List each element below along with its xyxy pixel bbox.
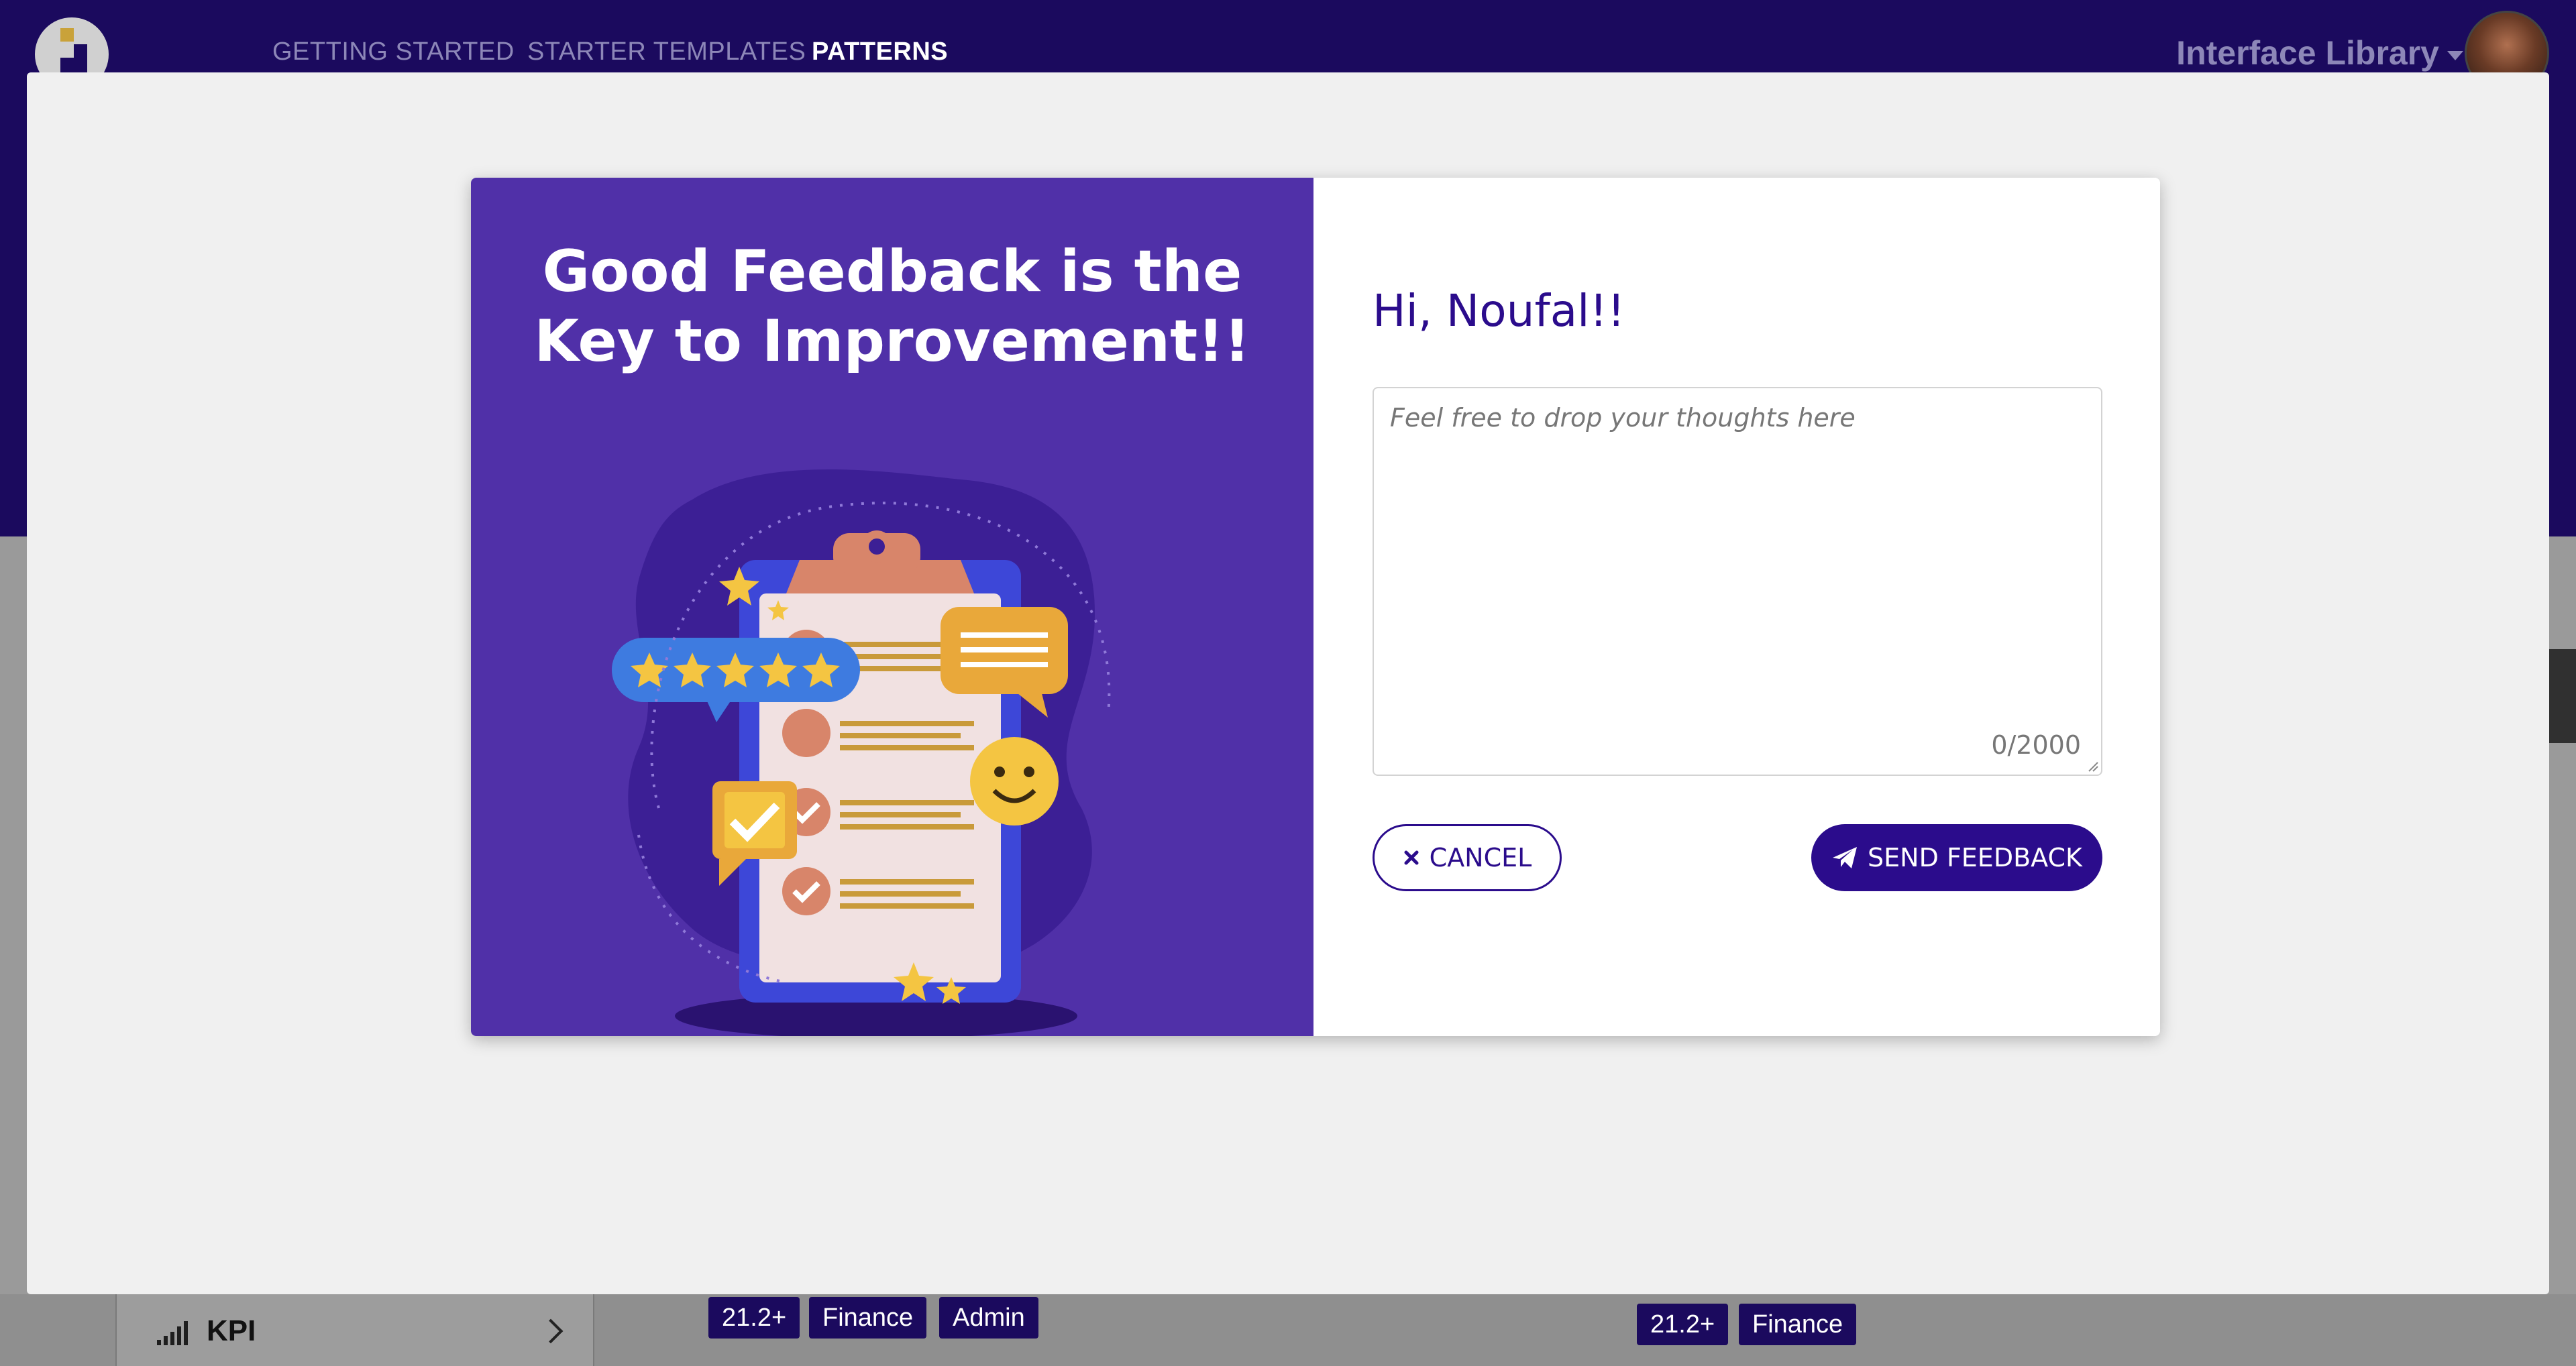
chevron-right-icon[interactable] bbox=[538, 1318, 564, 1344]
send-feedback-label: SEND FEEDBACK bbox=[1868, 843, 2082, 872]
signal-bars-icon bbox=[157, 1321, 189, 1345]
category-tag: Finance bbox=[809, 1297, 927, 1339]
close-icon bbox=[1404, 850, 1419, 865]
version-tag: 21.2+ bbox=[1637, 1304, 1729, 1345]
feedback-hero-panel: Good Feedback is the Key to Improvement!… bbox=[471, 178, 1313, 1036]
feedback-textarea[interactable] bbox=[1374, 388, 2101, 775]
feedback-modal: Good Feedback is the Key to Improvement!… bbox=[471, 178, 2160, 1036]
chevron-down-icon[interactable] bbox=[2447, 51, 2463, 60]
scrollbar-thumb[interactable] bbox=[2549, 649, 2576, 743]
version-tag: 21.2+ bbox=[708, 1297, 800, 1339]
library-selector[interactable]: Interface Library bbox=[2176, 34, 2439, 72]
resize-handle-icon[interactable] bbox=[2086, 760, 2098, 772]
nav-starter-templates[interactable]: STARTER TEMPLATES bbox=[527, 38, 806, 66]
cancel-label: CANCEL bbox=[1429, 843, 1532, 872]
category-tag: Finance bbox=[1739, 1304, 1857, 1345]
paper-plane-icon bbox=[1833, 847, 1858, 868]
kpi-item[interactable]: KPI bbox=[115, 1294, 594, 1366]
nav-getting-started[interactable]: GETTING STARTED bbox=[272, 38, 515, 66]
nav-patterns[interactable]: PATTERNS bbox=[812, 38, 948, 66]
send-feedback-button[interactable]: SEND FEEDBACK bbox=[1811, 824, 2102, 891]
cancel-button[interactable]: CANCEL bbox=[1373, 824, 1562, 891]
character-counter: 0/2000 bbox=[1991, 730, 2081, 760]
feedback-field[interactable]: 0/2000 bbox=[1373, 387, 2102, 776]
feedback-hero-title: Good Feedback is the Key to Improvement!… bbox=[534, 238, 1250, 375]
modal-overlay[interactable]: Good Feedback is the Key to Improvement!… bbox=[27, 72, 2549, 1294]
feedback-form-panel: Hi, Noufal!! 0/2000 CANCEL SEND FEEDBACK bbox=[1313, 178, 2160, 1036]
feedback-clipboard-illustration bbox=[612, 469, 1111, 1036]
kpi-label: KPI bbox=[207, 1314, 256, 1347]
role-tag: Admin bbox=[939, 1297, 1038, 1339]
greeting-heading: Hi, Noufal!! bbox=[1373, 285, 1625, 337]
